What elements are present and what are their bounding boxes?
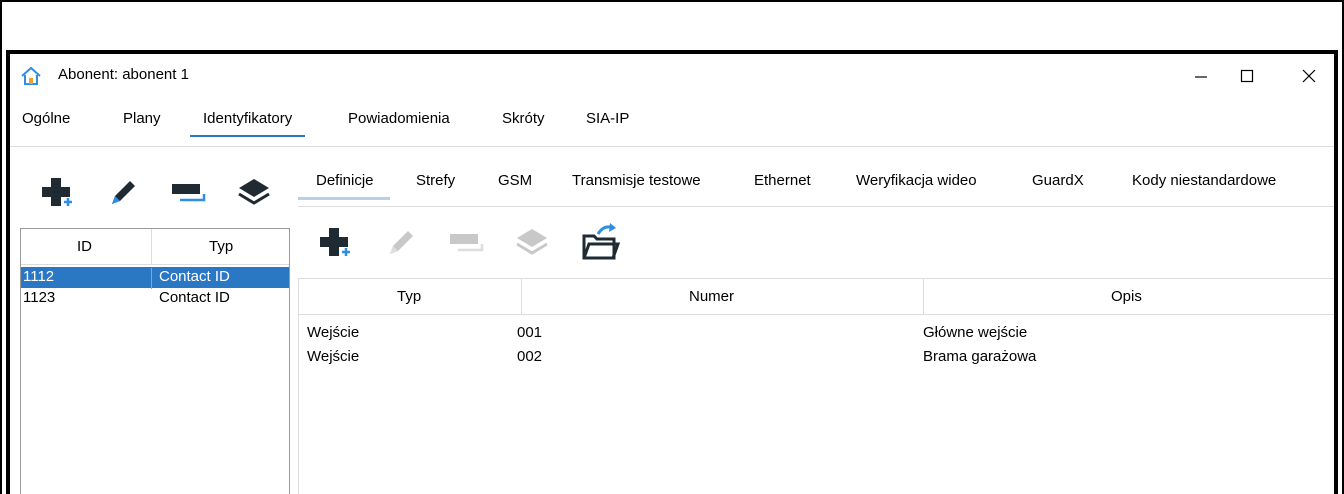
list-item[interactable]: 1112 Contact ID	[21, 267, 289, 289]
cell-numer: 002	[517, 348, 543, 365]
layers-icon[interactable]	[236, 176, 272, 214]
tab-gsm[interactable]: GSM	[498, 172, 532, 197]
delete-icon	[448, 230, 484, 260]
tab-ogolne[interactable]: Ogólne	[22, 110, 70, 135]
tab-weryfikacja-wideo[interactable]: Weryfikacja wideo	[856, 172, 977, 197]
cell-typ: Wejście	[307, 324, 360, 341]
window-title: Abonent: abonent 1	[58, 66, 189, 83]
tab-strefy[interactable]: Strefy	[416, 172, 455, 197]
add-icon[interactable]	[318, 226, 352, 264]
column-divider	[521, 279, 522, 315]
tab-plany[interactable]: Plany	[123, 110, 161, 135]
tab-kody-niestandardowe[interactable]: Kody niestandardowe	[1132, 172, 1276, 197]
cell-opis: Główne wejście	[923, 324, 1028, 341]
tab-divider	[10, 146, 1334, 147]
list-item-typ: Contact ID	[159, 289, 230, 306]
tab-identyfikatory[interactable]: Identyfikatory	[190, 110, 306, 137]
cell-opis: Brama garażowa	[923, 348, 1037, 365]
table-row[interactable]: Wejście 001 Główne wejście	[299, 322, 1334, 346]
tab-sia-ip[interactable]: SIA-IP	[586, 110, 629, 135]
column-header-typ[interactable]: Typ	[209, 238, 233, 255]
cell-numer: 001	[517, 324, 543, 341]
close-icon	[1302, 69, 1316, 83]
title-bar: Abonent: abonent 1	[10, 54, 1334, 98]
list-item[interactable]: 1123 Contact ID	[21, 288, 289, 309]
column-divider	[923, 279, 924, 315]
identifier-list: ID Typ 1112 Contact ID 1123 Contact ID	[20, 228, 290, 494]
tab-transmisje-testowe[interactable]: Transmisje testowe	[572, 172, 701, 197]
definitions-table-header: Typ Numer Opis	[299, 279, 1334, 315]
layers-icon	[514, 226, 550, 264]
tab-guardx[interactable]: GuardX	[1032, 172, 1084, 197]
close-button[interactable]	[1286, 60, 1332, 92]
column-header-typ[interactable]: Typ	[397, 288, 421, 305]
tab-definicje[interactable]: Definicje	[298, 172, 390, 200]
edit-icon	[384, 226, 418, 264]
maximize-icon	[1240, 69, 1254, 83]
definitions-table: Typ Numer Opis Wejście 001 Główne wejści…	[298, 278, 1334, 494]
list-item-id: 1112	[23, 268, 55, 285]
list-item-typ: Contact ID	[151, 268, 230, 289]
column-divider	[151, 229, 152, 265]
tab-powiadomienia[interactable]: Powiadomienia	[348, 110, 450, 135]
maximize-button[interactable]	[1224, 60, 1270, 92]
application-window: Abonent: abonent 1 Ogólne Plany Identyfi…	[6, 50, 1338, 494]
add-icon[interactable]	[40, 176, 74, 214]
identifier-list-header: ID Typ	[21, 229, 289, 265]
table-row[interactable]: Wejście 002 Brama garażowa	[299, 346, 1334, 370]
minimize-button[interactable]	[1178, 60, 1224, 92]
minimize-icon	[1194, 69, 1208, 83]
sub-tab-bar: Definicje Strefy GSM Transmisje testowe …	[298, 172, 1334, 206]
column-header-id[interactable]: ID	[77, 238, 92, 255]
column-header-opis[interactable]: Opis	[1111, 288, 1142, 305]
home-icon	[20, 66, 42, 86]
main-tab-bar: Ogólne Plany Identyfikatory Powiadomieni…	[10, 110, 1334, 144]
open-folder-icon[interactable]	[580, 222, 621, 266]
tab-skroty[interactable]: Skróty	[502, 110, 545, 135]
cell-typ: Wejście	[307, 348, 360, 365]
column-header-numer[interactable]: Numer	[689, 288, 734, 305]
list-item-id: 1123	[23, 289, 56, 306]
edit-icon[interactable]	[106, 176, 140, 214]
sub-tab-divider	[298, 206, 1334, 207]
tab-ethernet[interactable]: Ethernet	[754, 172, 811, 197]
delete-icon[interactable]	[170, 180, 206, 210]
